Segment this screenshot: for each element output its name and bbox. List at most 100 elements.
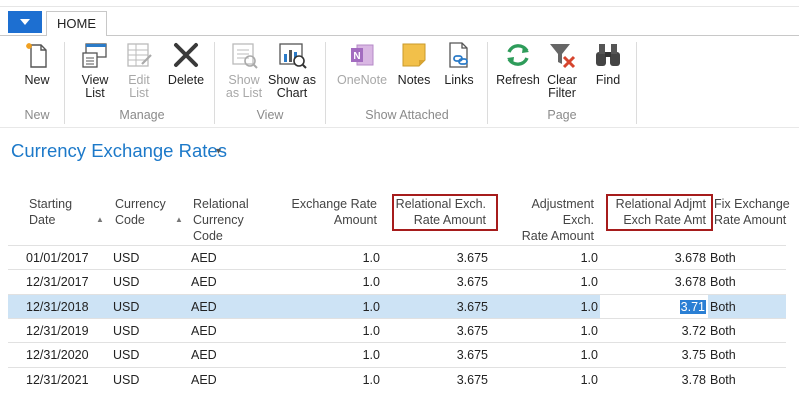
links-button[interactable]: Links: [440, 40, 478, 87]
header-starting-date[interactable]: Starting Date: [29, 196, 72, 228]
onenote-button[interactable]: N OneNote: [334, 40, 390, 87]
table-row[interactable]: 12/31/2020 USD AED 1.0 3.675 1.0 3.75 Bo…: [8, 342, 786, 366]
cell-relational-currency-code[interactable]: AED: [191, 373, 217, 387]
view-list-button[interactable]: View List: [74, 40, 116, 100]
notes-icon: [402, 43, 426, 67]
tab-home[interactable]: HOME: [46, 11, 107, 37]
cell-starting-date[interactable]: 01/01/2017: [26, 251, 89, 265]
cell-adjustment-exch-rate-amount[interactable]: 1.0: [518, 373, 598, 387]
cell-starting-date[interactable]: 12/31/2020: [26, 348, 89, 362]
cell-relational-exch-rate-amount[interactable]: 3.675: [408, 373, 488, 387]
table-row-selected[interactable]: 12/31/2018 USD AED 1.0 3.675 1.0 3.71 Bo…: [8, 294, 786, 318]
show-as-chart-button[interactable]: Show as Chart: [268, 40, 316, 100]
cell-relational-currency-code[interactable]: AED: [191, 348, 217, 362]
group-separator: [214, 42, 215, 124]
header-currency-code[interactable]: Currency Code: [115, 196, 166, 228]
show-as-list-button[interactable]: Show as List: [222, 40, 266, 100]
cell-relational-exch-rate-amount[interactable]: 3.675: [408, 251, 488, 265]
show-as-chart-label-1: Show as: [268, 73, 316, 87]
cell-fix-exchange-rate-amount[interactable]: Both: [710, 373, 736, 387]
table-row[interactable]: 12/31/2021 USD AED 1.0 3.675 1.0 3.78 Bo…: [8, 367, 786, 391]
cell-exchange-rate-amount[interactable]: 1.0: [308, 324, 380, 338]
cell-relational-currency-code[interactable]: AED: [191, 275, 217, 289]
cell-starting-date[interactable]: 12/31/2017: [26, 275, 89, 289]
header-exch-line1: Exchange Rate: [291, 197, 377, 211]
cell-relational-exch-rate-amount[interactable]: 3.675: [408, 324, 488, 338]
cell-fix-exchange-rate-amount[interactable]: Both: [710, 348, 736, 362]
cell-adjustment-exch-rate-amount[interactable]: 1.0: [518, 275, 598, 289]
cell-starting-date[interactable]: 12/31/2018: [26, 300, 89, 314]
table-row[interactable]: 01/01/2017 USD AED 1.0 3.675 1.0 3.678 B…: [8, 245, 786, 269]
clear-filter-button[interactable]: Clear Filter: [542, 40, 582, 100]
notes-label: Notes: [397, 73, 431, 87]
cell-relational-adjmt-exch-rate-amt-editing[interactable]: 3.71: [618, 300, 706, 314]
cell-currency-code[interactable]: USD: [113, 275, 139, 289]
cell-adjustment-exch-rate-amount[interactable]: 1.0: [518, 251, 598, 265]
cell-fix-exchange-rate-amount[interactable]: Both: [710, 251, 736, 265]
window-top-strip: [0, 0, 799, 7]
group-separator: [487, 42, 488, 124]
header-rel-adj-line1: Relational Adjmt: [615, 197, 706, 211]
cell-relational-adjmt-exch-rate-amt[interactable]: 3.78: [618, 373, 706, 387]
page-title[interactable]: Currency Exchange Rates: [11, 140, 227, 162]
table-row[interactable]: 12/31/2017 USD AED 1.0 3.675 1.0 3.678 B…: [8, 269, 786, 293]
header-relational-adjmt-exch-rate-amt[interactable]: Relational Adjmt Exch Rate Amt: [609, 196, 706, 228]
cell-exchange-rate-amount[interactable]: 1.0: [308, 373, 380, 387]
find-button[interactable]: Find: [590, 40, 626, 87]
header-fix-exchange-rate-amount[interactable]: Fix Exchange Rate Amount: [714, 196, 790, 228]
clear-filter-icon: [550, 44, 576, 69]
cell-relational-adjmt-exch-rate-amt[interactable]: 3.75: [618, 348, 706, 362]
edit-list-button[interactable]: Edit List: [118, 40, 160, 100]
cell-starting-date[interactable]: 12/31/2019: [26, 324, 89, 338]
cell-relational-currency-code[interactable]: AED: [191, 251, 217, 265]
show-as-list-label-2: as List: [225, 86, 263, 100]
cell-fix-exchange-rate-amount[interactable]: Both: [710, 324, 736, 338]
group-separator: [636, 42, 637, 124]
header-relational-currency-code[interactable]: Relational Currency Code: [193, 196, 249, 244]
cell-adjustment-exch-rate-amount[interactable]: 1.0: [518, 348, 598, 362]
onenote-icon: N: [351, 44, 374, 66]
cell-fix-exchange-rate-amount[interactable]: Both: [710, 275, 736, 289]
cell-adjustment-exch-rate-amount[interactable]: 1.0: [518, 300, 598, 314]
new-button-label: New: [24, 73, 50, 87]
group-separator: [325, 42, 326, 124]
cell-exchange-rate-amount[interactable]: 1.0: [308, 348, 380, 362]
cell-starting-date[interactable]: 12/31/2021: [26, 373, 89, 387]
cell-relational-exch-rate-amount[interactable]: 3.675: [408, 348, 488, 362]
cell-exchange-rate-amount[interactable]: 1.0: [308, 300, 380, 314]
header-exchange-rate-amount[interactable]: Exchange Rate Amount: [280, 196, 377, 228]
triangle-down-icon: [20, 19, 30, 25]
header-adj-line1: Adjustment Exch.: [531, 197, 594, 227]
cell-currency-code[interactable]: USD: [113, 300, 139, 314]
cell-currency-code[interactable]: USD: [113, 251, 139, 265]
cell-relational-currency-code[interactable]: AED: [191, 324, 217, 338]
cell-relational-exch-rate-amount[interactable]: 3.675: [408, 300, 488, 314]
cell-relational-adjmt-exch-rate-amt[interactable]: 3.678: [618, 251, 706, 265]
cell-currency-code[interactable]: USD: [113, 348, 139, 362]
refresh-button[interactable]: Refresh: [494, 40, 542, 87]
group-label-show-attached: Show Attached: [365, 108, 449, 122]
group-label-view: View: [256, 108, 284, 122]
cell-currency-code[interactable]: USD: [113, 324, 139, 338]
header-starting-date-line1: Starting: [29, 197, 73, 211]
app-menu-button[interactable]: [8, 11, 42, 33]
cell-relational-adjmt-exch-rate-amt[interactable]: 3.678: [618, 275, 706, 289]
cell-relational-exch-rate-amount[interactable]: 3.675: [408, 275, 488, 289]
table-row[interactable]: 12/31/2019 USD AED 1.0 3.675 1.0 3.72 Bo…: [8, 318, 786, 342]
cell-fix-exchange-rate-amount[interactable]: Both: [710, 300, 736, 314]
cell-relational-adjmt-exch-rate-amt[interactable]: 3.72: [618, 324, 706, 338]
links-icon: [449, 42, 468, 68]
cell-relational-currency-code[interactable]: AED: [191, 300, 217, 314]
edit-list-label-2: List: [129, 86, 149, 100]
delete-button[interactable]: Delete: [164, 40, 208, 87]
cell-exchange-rate-amount[interactable]: 1.0: [308, 275, 380, 289]
title-menu-chevron-icon[interactable]: ▾: [216, 146, 221, 157]
cell-currency-code[interactable]: USD: [113, 373, 139, 387]
header-adjustment-exch-rate-amount[interactable]: Adjustment Exch. Rate Amount: [498, 196, 594, 244]
edit-list-icon: [127, 43, 152, 67]
notes-button[interactable]: Notes: [394, 40, 434, 87]
cell-adjustment-exch-rate-amount[interactable]: 1.0: [518, 324, 598, 338]
cell-exchange-rate-amount[interactable]: 1.0: [308, 251, 380, 265]
header-relational-exch-rate-amount[interactable]: Relational Exch. Rate Amount: [394, 196, 486, 228]
new-button[interactable]: New: [16, 40, 58, 87]
